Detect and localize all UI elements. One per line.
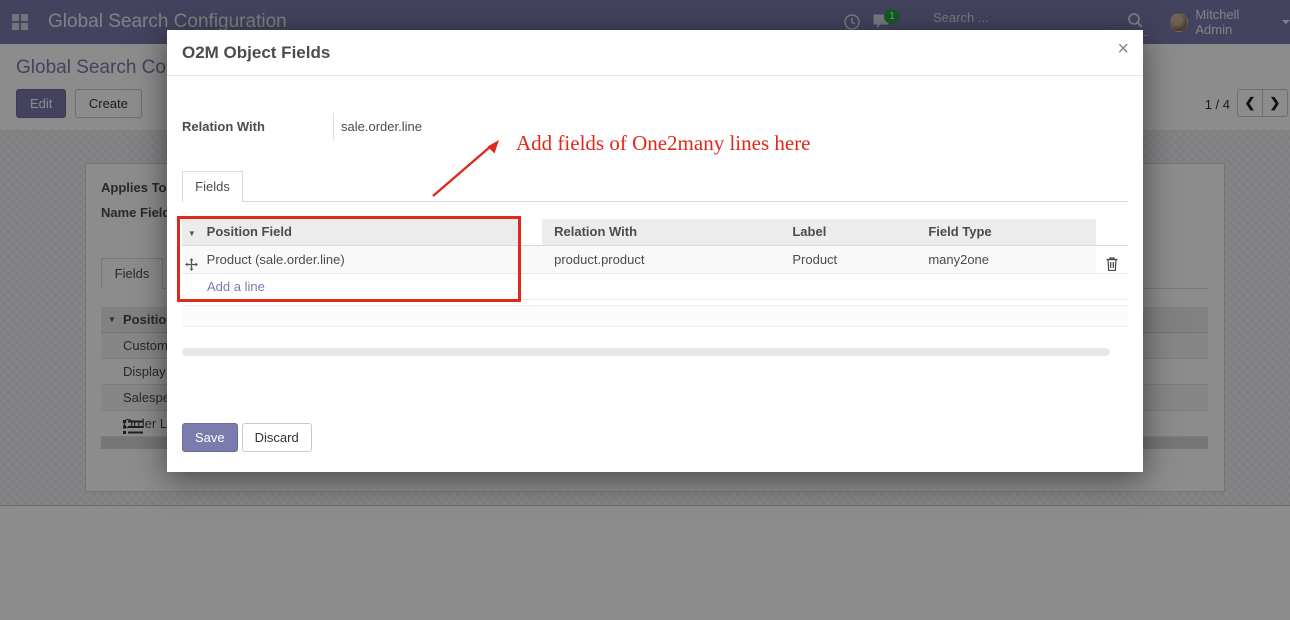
horizontal-scrollbar[interactable]: [182, 348, 1110, 356]
modal-header: O2M Object Fields ×: [167, 30, 1143, 76]
trash-icon: [1106, 257, 1118, 271]
screen: Global Search Configuration 1 Mitchell A…: [0, 0, 1290, 620]
empty-table-stripe: [182, 305, 1128, 327]
column-header-position-field[interactable]: Position Field: [202, 219, 542, 245]
relation-with-value: sale.order.line: [341, 119, 422, 134]
drag-handle-icon[interactable]: [182, 246, 202, 273]
cell-position-field[interactable]: Product (sale.order.line): [202, 246, 542, 273]
sort-desc-icon: ▼: [188, 229, 196, 238]
delete-row-button[interactable]: [1096, 246, 1128, 273]
table-row[interactable]: Product (sale.order.line) product.produc…: [182, 246, 1128, 274]
column-header-field-type[interactable]: Field Type: [916, 219, 1095, 245]
add-line-row: Add a line: [182, 274, 1128, 300]
cell-relation-with[interactable]: product.product: [542, 246, 780, 273]
modal-footer: Save Discard: [182, 423, 312, 452]
cell-field-type[interactable]: many2one: [916, 246, 1095, 273]
cell-label[interactable]: Product: [780, 246, 916, 273]
modal-title: O2M Object Fields: [182, 43, 330, 63]
modal-tabbar-divider: [182, 201, 1128, 202]
column-header-actions: [1096, 219, 1128, 245]
relation-with-label: Relation With: [182, 119, 330, 134]
fields-table-header-row: ▼ Position Field Relation With Label Fie…: [182, 219, 1128, 246]
close-icon[interactable]: ×: [1117, 39, 1129, 59]
fields-table: ▼ Position Field Relation With Label Fie…: [182, 219, 1128, 300]
discard-button[interactable]: Discard: [242, 423, 312, 452]
tab-fields[interactable]: Fields: [182, 171, 243, 202]
column-header-label[interactable]: Label: [780, 219, 916, 245]
o2m-object-fields-dialog: O2M Object Fields × Relation With sale.o…: [167, 30, 1143, 472]
add-a-line-link[interactable]: Add a line: [207, 274, 265, 299]
save-button[interactable]: Save: [182, 423, 238, 452]
sort-column-header[interactable]: ▼: [182, 219, 202, 245]
field-separator: [333, 113, 334, 140]
column-header-relation-with[interactable]: Relation With: [542, 219, 780, 245]
